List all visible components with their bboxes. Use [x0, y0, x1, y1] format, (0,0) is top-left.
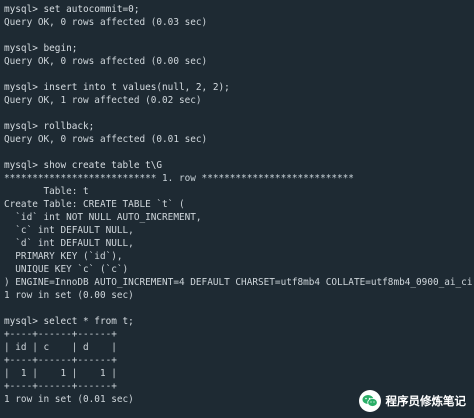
terminal-line: mysql> select * from t; — [4, 316, 134, 327]
watermark-text: 程序员修炼笔记 — [385, 394, 467, 408]
terminal-line: | 1 | 1 | 1 | — [4, 368, 117, 379]
terminal-line: Query OK, 1 row affected (0.02 sec) — [4, 95, 202, 106]
terminal-line: Create Table: CREATE TABLE `t` ( — [4, 199, 185, 210]
terminal-line: Table: t — [4, 186, 89, 197]
terminal-line: mysql> rollback; — [4, 121, 95, 132]
terminal-line: `d` int DEFAULT NULL, — [4, 238, 134, 249]
terminal-line: `c` int DEFAULT NULL, — [4, 225, 134, 236]
terminal-line: Query OK, 0 rows affected (0.00 sec) — [4, 56, 208, 67]
terminal-line: +----+------+------+ — [4, 329, 117, 340]
terminal-line: Query OK, 0 rows affected (0.01 sec) — [4, 134, 208, 145]
terminal-line: ) ENGINE=InnoDB AUTO_INCREMENT=4 DEFAULT… — [4, 277, 473, 288]
wechat-icon — [358, 390, 381, 412]
terminal-line: mysql> show create table t\G — [4, 160, 163, 171]
terminal-line: Query OK, 0 rows affected (0.03 sec) — [4, 17, 208, 28]
terminal-line: `id` int NOT NULL AUTO_INCREMENT, — [4, 212, 202, 223]
terminal-line: PRIMARY KEY (`id`), — [4, 251, 123, 262]
terminal-line: 1 row in set (0.00 sec) — [4, 290, 134, 301]
terminal-line: mysql> set autocommit=0; — [4, 4, 140, 15]
terminal-line: mysql> insert into t values(null, 2, 2); — [4, 82, 230, 93]
terminal-line: *************************** 1. row *****… — [4, 173, 354, 184]
terminal-window[interactable]: mysql> set autocommit=0; Query OK, 0 row… — [0, 0, 474, 418]
watermark: 程序员修炼笔记 — [358, 390, 467, 412]
terminal-line: | id | c | d | — [4, 342, 117, 353]
terminal-output: mysql> set autocommit=0; Query OK, 0 row… — [4, 3, 474, 406]
terminal-line: UNIQUE KEY `c` (`c`) — [4, 264, 129, 275]
terminal-line: mysql> begin; — [4, 43, 78, 54]
terminal-line: +----+------+------+ — [4, 355, 117, 366]
